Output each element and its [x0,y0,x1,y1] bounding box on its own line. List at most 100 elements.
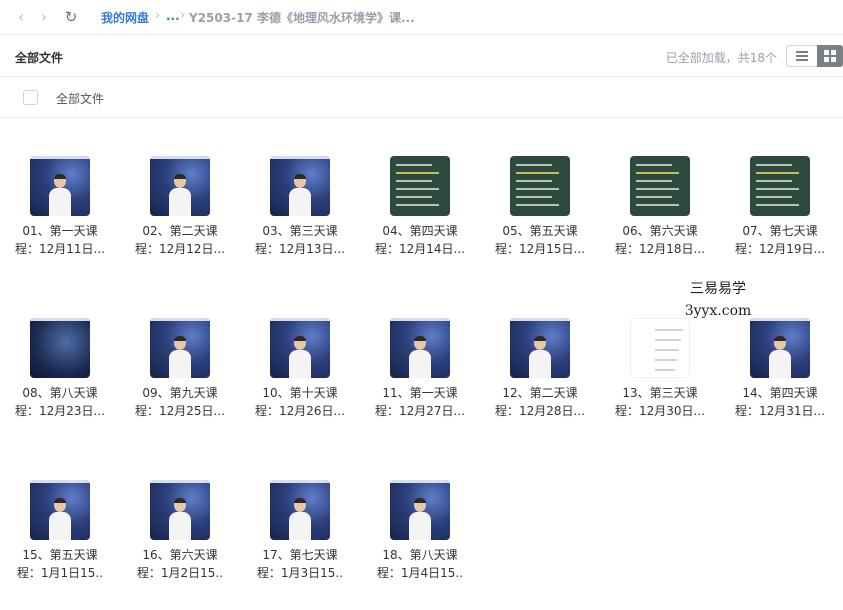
file-thumbnail[interactable] [630,318,690,378]
divider [0,34,843,35]
screen-decoration [390,480,450,483]
file-name[interactable]: 18、第八天课 程：1月4日15.. [367,546,473,582]
file-name-line: 程：12月25日... [135,404,225,418]
screen-decoration [150,480,210,483]
file-item[interactable]: 04、第四天课 程：12月14日... [367,156,473,286]
file-item[interactable]: 09、第九天课 程：12月25日... [127,318,233,448]
file-item[interactable]: 15、第五天课 程：1月1日15.. [7,480,113,610]
lecturer-figure [169,498,191,540]
file-name[interactable]: 03、第三天课 程：12月13日... [247,222,353,258]
file-thumbnail[interactable] [270,318,330,378]
file-name-line: 程：12月18日... [615,242,705,256]
file-name-line: 17、第七天课 [262,548,338,562]
file-item[interactable]: 13、第三天课 程：12月30日... [607,318,713,448]
file-name-line: 09、第九天课 [142,386,218,400]
file-item[interactable]: 08、第八天课 程：12月23日... [7,318,113,448]
watermark-line: 3yyx.com [684,303,752,319]
file-thumbnail[interactable] [30,480,90,540]
file-name-line: 程：12月12日... [135,242,225,256]
file-name[interactable]: 02、第二天课 程：12月12日... [127,222,233,258]
file-item[interactable]: 10、第十天课 程：12月26日... [247,318,353,448]
file-name[interactable]: 04、第四天课 程：12月14日... [367,222,473,258]
file-item[interactable]: 18、第八天课 程：1月4日15.. [367,480,473,610]
grid-view-button[interactable] [817,45,843,67]
file-item[interactable]: 12、第二天课 程：12月28日... [487,318,593,448]
file-name-line: 16、第六天课 [142,548,218,562]
file-name[interactable]: 11、第一天课 程：12月27日... [367,384,473,420]
file-thumbnail[interactable] [630,156,690,216]
file-name[interactable]: 08、第八天课 程：12月23日... [7,384,113,420]
file-thumbnail[interactable] [150,318,210,378]
board-text-line [516,204,559,206]
board-text-line [756,180,792,182]
file-name-line: 程：12月27日... [375,404,465,418]
file-thumbnail[interactable] [30,318,90,378]
file-name[interactable]: 07、第七天课 程：12月19日... [727,222,833,258]
file-thumbnail[interactable] [150,480,210,540]
select-all-checkbox[interactable] [23,90,38,105]
screen-decoration [270,156,330,159]
file-thumbnail[interactable] [750,318,810,378]
file-thumbnail[interactable] [510,156,570,216]
file-name[interactable]: 12、第二天课 程：12月28日... [487,384,593,420]
file-name-line: 程：1月1日15.. [16,566,104,580]
file-thumbnail[interactable] [510,318,570,378]
back-arrow-icon[interactable]: ‹ [12,8,30,26]
file-item[interactable]: 07、第七天课 程：12月19日... [727,156,833,286]
file-name[interactable]: 01、第一天课 程：12月11日... [7,222,113,258]
file-thumbnail[interactable] [750,156,810,216]
file-name[interactable]: 15、第五天课 程：1月1日15.. [7,546,113,582]
file-name[interactable]: 05、第五天课 程：12月15日... [487,222,593,258]
file-name[interactable]: 09、第九天课 程：12月25日... [127,384,233,420]
file-name-line: 04、第四天课 [382,224,458,238]
doc-text-line [655,339,681,341]
file-item[interactable]: 11、第一天课 程：12月27日... [367,318,473,448]
file-name[interactable]: 17、第七天课 程：1月3日15.. [247,546,353,582]
file-name-line: 程：1月3日15.. [256,566,344,580]
file-thumbnail[interactable] [270,480,330,540]
board-text-line [756,164,792,166]
refresh-icon[interactable]: ↻ [62,8,80,26]
file-name[interactable]: 06、第六天课 程：12月18日... [607,222,713,258]
board-text-line [636,164,672,166]
file-name[interactable]: 10、第十天课 程：12月26日... [247,384,353,420]
file-thumbnail[interactable] [390,156,450,216]
file-item[interactable]: 05、第五天课 程：12月15日... [487,156,593,286]
breadcrumb-root[interactable]: 我的网盘 [101,9,149,26]
file-name-line: 程：12月26日... [255,404,345,418]
lecturer-figure [169,174,191,216]
list-view-button[interactable] [786,45,818,67]
file-item[interactable]: 01、第一天课 程：12月11日... [7,156,113,286]
file-name-line: 程：12月28日... [495,404,585,418]
board-text-line [396,180,432,182]
file-name-line: 03、第三天课 [262,224,338,238]
file-name-line: 08、第八天课 [22,386,98,400]
file-item[interactable]: 03、第三天课 程：12月13日... [247,156,353,286]
board-text-line [516,196,552,198]
select-all-label: 全部文件 [56,92,105,106]
file-item[interactable]: 17、第七天课 程：1月3日15.. [247,480,353,610]
file-thumbnail[interactable] [270,156,330,216]
file-item[interactable]: 06、第六天课 程：12月18日... [607,156,713,286]
file-thumbnail[interactable] [30,156,90,216]
doc-text-line [655,359,677,361]
file-name[interactable]: 13、第三天课 程：12月30日... [607,384,713,420]
file-name-line: 05、第五天课 [502,224,578,238]
file-thumbnail[interactable] [150,156,210,216]
file-item[interactable]: 02、第二天课 程：12月12日... [127,156,233,286]
file-thumbnail[interactable] [390,318,450,378]
breadcrumb-ellipsis[interactable]: ... [166,9,180,23]
forward-arrow-icon[interactable]: › [35,8,53,26]
top-bar: ‹ › ↻ 我的网盘 › ... › Y2503-17 李德《地理风水环境学》课… [0,0,843,34]
file-item[interactable]: 16、第六天课 程：1月2日15.. [127,480,233,610]
board-text-line [516,188,559,190]
file-thumbnail[interactable] [390,480,450,540]
screen-decoration [30,318,90,321]
breadcrumb-separator-icon: › [155,8,161,23]
file-item[interactable]: 14、第四天课 程：12月31日... [727,318,833,448]
file-name-line: 07、第七天课 [742,224,818,238]
file-name[interactable]: 16、第六天课 程：1月2日15.. [127,546,233,582]
file-name[interactable]: 14、第四天课 程：12月31日... [727,384,833,420]
board-text-line [516,172,559,174]
file-name-line: 程：12月31日... [735,404,825,418]
